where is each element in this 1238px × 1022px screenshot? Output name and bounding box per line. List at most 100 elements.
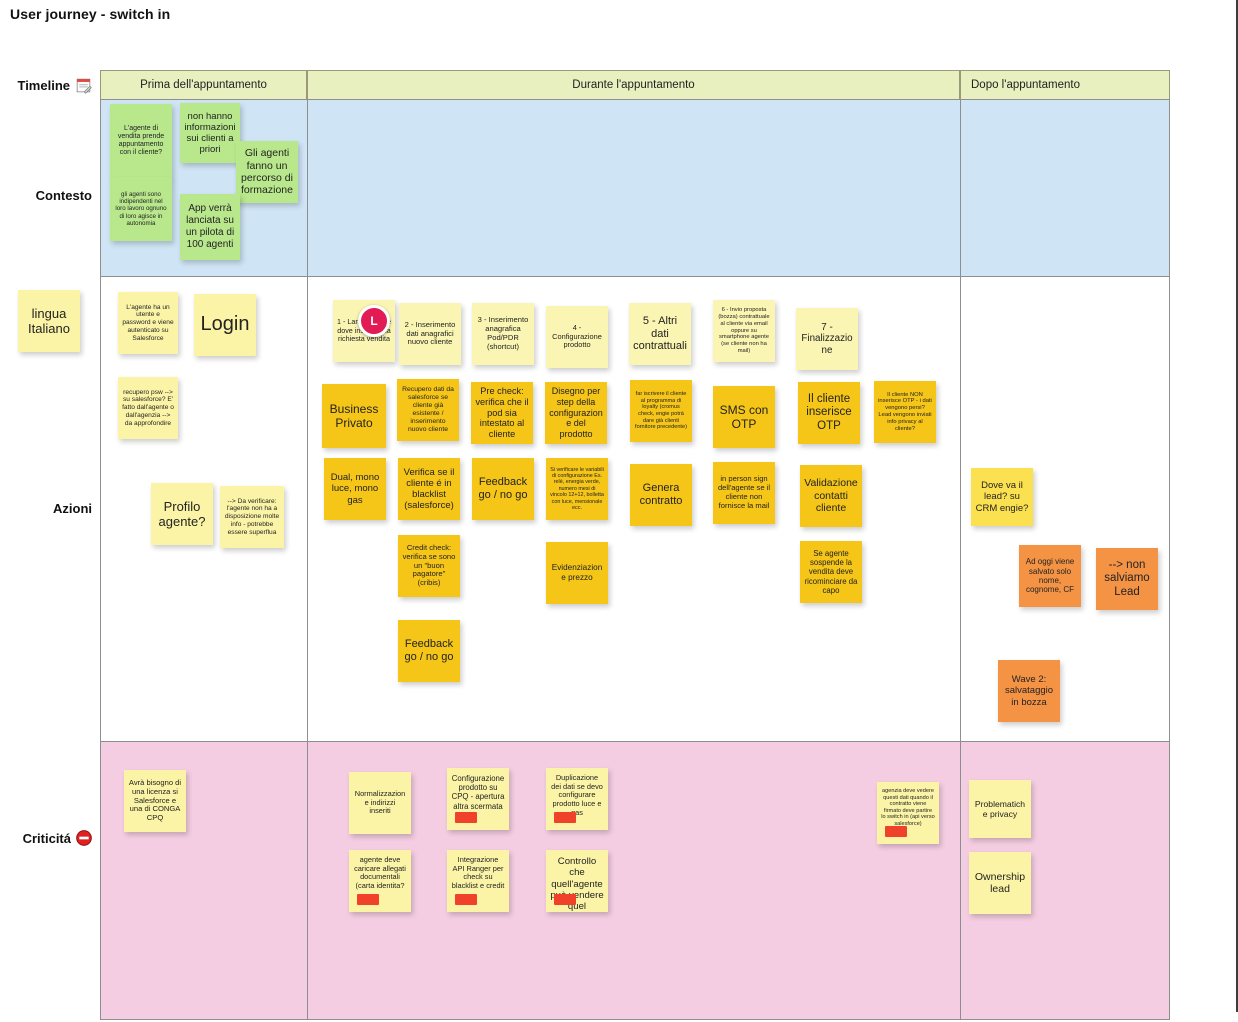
sticky-note[interactable]: Avrà bisogno di una licenza si Salesforc… — [124, 770, 186, 832]
sticky-note-text: non hanno informazioni sui clienti a pri… — [184, 110, 236, 156]
sticky-note-text: Dual, mono luce, mono gas — [330, 472, 380, 506]
sticky-note[interactable]: recupero psw --> su salesforce? E' fatto… — [118, 377, 178, 439]
sticky-note[interactable]: Se agente sospende la vendita deve ricom… — [800, 541, 862, 603]
sticky-note[interactable]: gli agenti sono indipendenti nel loro la… — [110, 177, 172, 241]
sticky-note-text: Evidenziazione prezzo — [551, 563, 603, 582]
sticky-note-text: --> Da verificare: l'agente non ha a dis… — [224, 497, 280, 536]
memo-icon — [75, 77, 92, 94]
sticky-note[interactable]: agenzia deve vedere questi dati quando i… — [877, 782, 939, 844]
sticky-note-text: 2 - Inserimento dati anagrafici nuovo cl… — [404, 319, 456, 347]
sticky-note-text: L'agente ha un utente e password e viene… — [122, 303, 174, 342]
sticky-note[interactable]: Evidenziazione prezzo — [546, 542, 608, 604]
sticky-note[interactable]: Ownership lead — [969, 852, 1031, 914]
row-label-azioni: Azioni — [0, 478, 100, 538]
sticky-note[interactable]: Genera contratto — [630, 464, 692, 526]
sticky-note-text: SMS con OTP — [719, 402, 769, 431]
sticky-note[interactable]: Il cliente NON inserisce OTP - i dati ve… — [874, 381, 936, 443]
sticky-note[interactable]: Wave 2: salvataggio in bozza — [998, 660, 1060, 722]
sticky-note[interactable]: Dual, mono luce, mono gas — [324, 458, 386, 520]
sticky-note[interactable]: 5 - Altri dati contrattuali — [629, 303, 691, 365]
sticky-note[interactable]: Validazione contatti cliente — [800, 465, 862, 527]
sticky-note[interactable]: Integrazione API Ranger per check su bla… — [447, 850, 509, 912]
sticky-note-text: Verifica se il cliente é in blacklist (s… — [403, 466, 455, 512]
sticky-note-text: Il cliente NON inserisce OTP - i dati ve… — [878, 391, 932, 432]
page-title: User journey - switch in — [10, 6, 171, 22]
sticky-note[interactable]: Feedback go / no go — [472, 458, 534, 520]
row-label-contesto-text: Contesto — [35, 187, 92, 203]
sticky-note[interactable]: Login — [194, 294, 256, 356]
sticky-note-text: in person sign dell'agente se il cliente… — [717, 474, 771, 510]
sticky-note[interactable]: Normalizzazione indirizzi inseriti — [349, 772, 411, 834]
sticky-note-text: L'agente di vendita prende appuntamento … — [117, 124, 165, 157]
sticky-note-text: Integrazione API Ranger per check su bla… — [451, 855, 505, 891]
sticky-note-text: Recupero dati da salesforce se cliente g… — [402, 385, 454, 434]
sticky-note-text: agente deve caricare allegati documental… — [354, 855, 406, 891]
avatar-badge-letter: L — [370, 314, 378, 328]
sticky-note[interactable]: Il cliente inserisce OTP — [798, 382, 860, 444]
sticky-note-text: Wave 2: salvataggio in bozza — [1004, 674, 1054, 708]
sticky-note-text: gli agenti sono indipendenti nel loro la… — [115, 190, 167, 227]
sticky-note-text: far iscrivere il cliente al programma di… — [635, 391, 687, 431]
sticky-note[interactable]: Profilo agente? — [151, 483, 213, 545]
sticky-note-text: Business Privato — [329, 401, 379, 430]
sticky-note[interactable]: in person sign dell'agente se il cliente… — [713, 462, 775, 524]
red-tag-chip — [554, 894, 576, 905]
sticky-note-text: Problematiche privacy — [974, 798, 1026, 819]
sticky-note[interactable]: Configurazione prodotto su CPQ - apertur… — [447, 768, 509, 830]
sticky-note[interactable]: Recupero dati da salesforce se cliente g… — [397, 379, 459, 441]
sticky-note[interactable]: Si verificare le variabili di configuraz… — [546, 458, 608, 520]
sticky-note-text: Feedback go / no go — [404, 638, 454, 663]
sticky-note[interactable]: 6 - Invio proposta (bozza) contrattuale … — [713, 300, 775, 362]
sticky-note-text: Avrà bisogno di una licenza si Salesforc… — [128, 777, 182, 823]
sticky-note[interactable]: Disegno per step della configurazione de… — [545, 382, 607, 444]
sticky-note[interactable]: Problematiche privacy — [969, 780, 1031, 838]
sticky-note-text: Dove va il lead? su CRM engie? — [975, 480, 1029, 514]
sticky-note-text: Configurazione prodotto su CPQ - apertur… — [451, 774, 505, 811]
sticky-note[interactable]: Controllo che quell'agente può vendere q… — [546, 850, 608, 912]
sticky-note[interactable]: Verifica se il cliente é in blacklist (s… — [398, 458, 460, 520]
sticky-note[interactable]: Gli agenti fanno un percorso di formazio… — [236, 141, 298, 203]
sticky-note[interactable]: L'agente di vendita prende appuntamento … — [110, 104, 172, 178]
sticky-note[interactable]: SMS con OTP — [713, 386, 775, 448]
red-tag-chip — [554, 812, 576, 823]
sticky-note[interactable]: non hanno informazioni sui clienti a pri… — [180, 103, 240, 163]
sticky-note[interactable]: App verrà lanciata su un pilota di 100 a… — [180, 194, 240, 260]
divider-durante-dopo — [960, 99, 961, 1020]
sticky-note[interactable]: agente deve caricare allegati documental… — [349, 850, 411, 912]
red-tag-chip — [885, 826, 907, 837]
sticky-note[interactable]: far iscrivere il cliente al programma di… — [630, 380, 692, 442]
divider-right-edge — [1169, 99, 1170, 1020]
journey-board: User journey - switch in Timeline Contes… — [0, 0, 1238, 1022]
sticky-note[interactable]: Ad oggi viene salvato solo nome, cognome… — [1019, 545, 1081, 607]
sticky-note[interactable]: 7 - Finalizzazione — [796, 308, 858, 370]
sticky-note-text: 6 - Invio proposta (bozza) contrattuale … — [718, 307, 770, 355]
avatar-badge-L[interactable]: L — [358, 305, 390, 337]
sticky-note[interactable]: lingua Italiano — [18, 290, 80, 352]
column-header-dopo: Dopo l'appuntamento — [960, 70, 1170, 100]
sticky-note[interactable]: 4 - Configurazione prodotto — [546, 306, 608, 368]
sticky-note-text: Profilo agente? — [158, 498, 206, 529]
sticky-note-text: Credit check: verifica se sono un "buon … — [402, 542, 456, 588]
sticky-note[interactable]: 3 - Inserimento anagrafica Pod/PDR (shor… — [472, 303, 534, 365]
sticky-note-text: 7 - Finalizzazione — [801, 321, 853, 356]
sticky-note[interactable]: Credit check: verifica se sono un "buon … — [398, 535, 460, 597]
sticky-note[interactable]: --> non salviamo Lead — [1096, 548, 1158, 610]
sticky-note[interactable]: Dove va il lead? su CRM engie? — [971, 468, 1033, 526]
sticky-note-text: lingua Italiano — [28, 305, 70, 336]
row-label-criticita-text: Criticitá — [22, 830, 71, 846]
sticky-note[interactable]: Pre check: verifica che il pod sia intes… — [471, 382, 533, 444]
sticky-note[interactable]: --> Da verificare: l'agente non ha a dis… — [220, 486, 284, 548]
sticky-note[interactable]: Feedback go / no go — [398, 620, 460, 682]
divider-left-edge — [100, 99, 101, 1020]
sticky-note[interactable]: 2 - Inserimento dati anagrafici nuovo cl… — [399, 303, 461, 365]
sticky-note-text: Ownership lead — [974, 870, 1026, 895]
sticky-note-text: --> non salviamo Lead — [1104, 558, 1150, 598]
sticky-note[interactable]: Duplicazione dei dati se devo configurar… — [546, 768, 608, 830]
sticky-note[interactable]: L'agente ha un utente e password e viene… — [118, 292, 178, 354]
sticky-note[interactable]: Business Privato — [322, 384, 386, 448]
sticky-note-text: App verrà lanciata su un pilota di 100 a… — [185, 203, 235, 250]
sticky-note-text: 5 - Altri dati contrattuali — [633, 314, 687, 353]
row-label-criticita: Criticitá — [0, 808, 100, 868]
sticky-note-text: Feedback go / no go — [478, 476, 528, 501]
sticky-note-text: agenzia deve vedere questi dati quando i… — [881, 788, 935, 827]
